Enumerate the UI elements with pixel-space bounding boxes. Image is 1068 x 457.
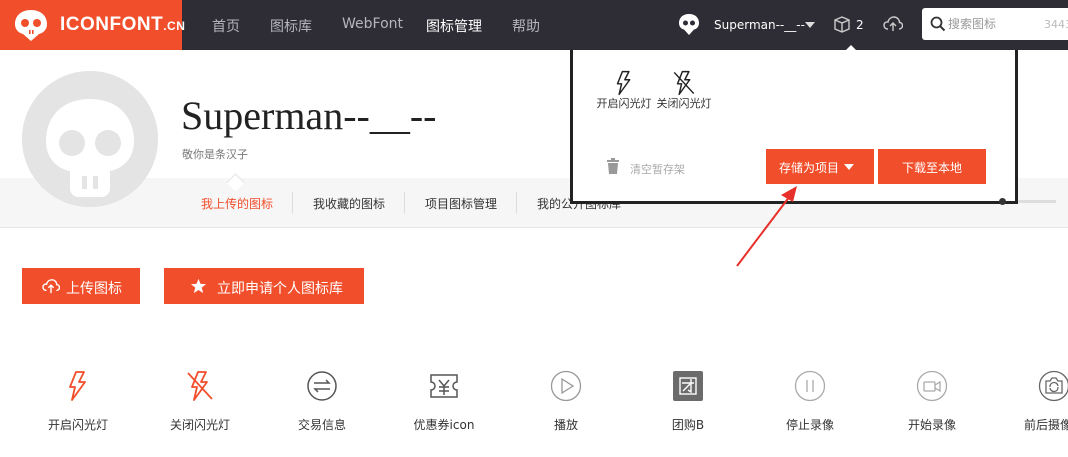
icon-label: 团购B [671, 418, 705, 432]
box-cart-icon[interactable] [833, 15, 851, 33]
save-as-project-button[interactable]: 存储为项目 [766, 149, 874, 184]
icon-label: 优惠券icon [413, 418, 475, 432]
logo-text: ICONFONT.CN [60, 14, 186, 35]
user-skull-avatar-icon[interactable] [677, 13, 701, 37]
download-local-label: 下载至本地 [902, 161, 963, 175]
star-icon [190, 278, 207, 294]
flash-off-icon [673, 70, 695, 96]
cloud-upload-icon[interactable] [883, 15, 903, 33]
skull-logo-icon [15, 10, 47, 41]
chevron-down-icon[interactable] [805, 22, 815, 28]
scroll-track [1018, 200, 1056, 203]
icon-label: 播放 [553, 418, 578, 432]
cloud-upload-icon [42, 279, 60, 294]
play-icon [550, 370, 582, 402]
scroll-dot [999, 198, 1006, 205]
cart-count-badge[interactable]: 2 [856, 18, 864, 32]
group-buy-icon [673, 371, 703, 401]
avatar[interactable] [22, 71, 158, 207]
profile-username: Superman--__-- [181, 93, 437, 138]
icon-card[interactable]: 前后摄像头 [1004, 370, 1068, 440]
download-local-button[interactable]: 下载至本地 [878, 149, 986, 184]
icon-label: 开始录像 [907, 418, 956, 432]
skull-avatar-icon [22, 71, 158, 207]
nav-home[interactable]: 首页 [212, 16, 240, 36]
icon-card[interactable]: 关闭闪光灯 [150, 370, 250, 440]
nav-help[interactable]: 帮助 [512, 16, 540, 36]
nav-icon-management[interactable]: 图标管理 [426, 16, 482, 36]
coupon-icon [430, 374, 458, 398]
icon-cart-panel: 开启闪光灯 关闭闪光灯 清空暂存架 存储为项目 下载至本地 [570, 50, 1018, 204]
icon-card[interactable]: 开启闪光灯 [28, 370, 128, 440]
tab-divider [404, 192, 405, 214]
tab-project-icons[interactable]: 项目图标管理 [425, 195, 497, 212]
trash-icon [607, 158, 619, 174]
icon-card[interactable]: 团购B [638, 370, 738, 440]
icon-label: 关闭闪光灯 [169, 418, 230, 432]
tab-my-uploads[interactable]: 我上传的图标 [201, 195, 273, 212]
flash-off-icon [187, 371, 213, 401]
icon-card[interactable]: 停止录像 [760, 370, 860, 440]
icon-label: 开启闪光灯 [47, 418, 108, 432]
iconfont-logo[interactable]: ICONFONT.CN [0, 0, 186, 50]
switch-camera-icon [1038, 370, 1068, 402]
icon-label: 前后摄像头 [1023, 418, 1068, 432]
upload-button-label: 上传图标 [66, 280, 122, 296]
chevron-down-icon [844, 164, 854, 170]
icon-card[interactable]: 开始录像 [882, 370, 982, 440]
clear-cart-label: 清空暂存架 [630, 163, 685, 176]
icon-card[interactable]: 交易信息 [272, 370, 372, 440]
start-record-icon [916, 370, 948, 402]
search-icon-count: 3443 [1044, 18, 1068, 31]
tab-divider [292, 192, 293, 214]
nav-icon-library[interactable]: 图标库 [270, 16, 312, 36]
tab-divider [516, 192, 517, 214]
flash-on-icon [69, 371, 86, 401]
exchange-icon [307, 371, 337, 401]
apply-button-label: 立即申请个人图标库 [217, 280, 343, 296]
search-icon[interactable] [930, 16, 946, 32]
flash-on-icon [616, 70, 631, 96]
top-navbar: ICONFONT.CN 首页 图标库 WebFont 图标管理 帮助 Super… [0, 0, 1068, 50]
icon-label: 停止录像 [785, 418, 834, 432]
icon-card[interactable]: 播放 [516, 370, 616, 440]
nav-webfont[interactable]: WebFont [342, 16, 403, 32]
cart-item[interactable]: 开启闪光灯 [593, 70, 655, 115]
save-as-project-label: 存储为项目 [779, 161, 840, 175]
search-box: 3443 [922, 8, 1068, 40]
cart-item-label: 关闭闪光灯 [656, 97, 712, 110]
icon-label: 交易信息 [297, 418, 346, 432]
cart-item[interactable]: 关闭闪光灯 [653, 70, 715, 115]
tab-my-favorites[interactable]: 我收藏的图标 [313, 195, 385, 212]
user-name[interactable]: Superman--__-- [714, 18, 805, 32]
apply-personal-library-button[interactable]: 立即申请个人图标库 [164, 268, 364, 304]
profile-motto: 敬你是条汉子 [182, 148, 248, 161]
cart-item-label: 开启闪光灯 [596, 97, 652, 110]
icon-card[interactable]: 优惠券icon [394, 370, 494, 440]
upload-icon-button[interactable]: 上传图标 [22, 268, 140, 304]
stop-record-icon [794, 370, 826, 402]
